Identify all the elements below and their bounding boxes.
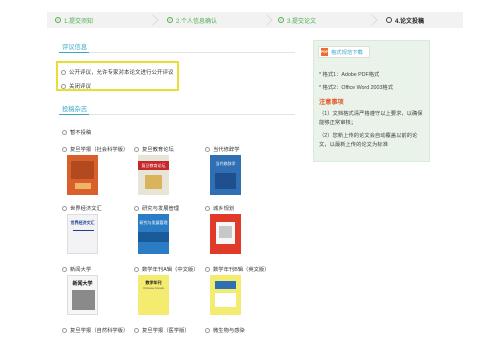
journal-option[interactable]: 复旦学报（自然科学版）: [62, 326, 128, 334]
step-1: 1.提交须知: [55, 12, 93, 28]
journal-label: 微生物与感染: [213, 328, 245, 334]
radio-icon[interactable]: [62, 146, 67, 152]
note-text: 文，以最新上传的论文为标准: [319, 142, 388, 148]
download-label: 格式规范下载: [331, 50, 363, 56]
journal-option[interactable]: 城乡规划: [205, 204, 234, 212]
radio-icon[interactable]: [61, 83, 66, 89]
chevron-right-icon: [261, 14, 273, 26]
step-label: 2.个人信息确认: [176, 18, 218, 25]
cover-title: 世界经济文汇: [70, 220, 95, 225]
journal-label: 暂不投稿: [70, 130, 92, 136]
step-2: 2.个人信息确认: [167, 12, 217, 28]
journals-section-title: 投稿杂志: [62, 106, 88, 113]
journal-option[interactable]: 复旦教育论坛: [134, 145, 174, 153]
radio-icon[interactable]: [205, 327, 210, 333]
journal-label: 当代修辞学: [213, 147, 240, 153]
note-text: 能够正常审核；: [319, 120, 357, 126]
radio-icon[interactable]: [62, 327, 67, 333]
journal-label: 城乡规划: [213, 206, 235, 212]
journal-cover: [67, 155, 98, 195]
journal-cover: 当代修辞学: [210, 155, 241, 195]
review-section-title: 评议信息: [62, 44, 88, 51]
journal-cover: 研究与发展管理: [138, 214, 169, 254]
step-circle-icon: [386, 17, 392, 23]
journal-option[interactable]: 复旦学报（医学版）: [134, 326, 190, 334]
radio-icon[interactable]: [62, 129, 67, 135]
format-download-button[interactable]: PDF 格式规范下载: [318, 46, 370, 58]
journal-label: 复旦学报（自然科学版）: [70, 328, 129, 334]
cover-subtitle: Chinese Annals: [143, 286, 164, 290]
radio-icon[interactable]: [62, 266, 67, 272]
journal-option[interactable]: 复旦学报（社会科学版）: [62, 145, 128, 153]
radio-icon[interactable]: [134, 146, 139, 152]
journal-option[interactable]: 数学年刊B辑（英文版）: [205, 265, 270, 273]
journal-option[interactable]: 新闻大学: [62, 265, 91, 273]
journal-option[interactable]: 世界经济文汇: [62, 204, 102, 212]
journal-option[interactable]: 研究与发展管理: [134, 204, 179, 212]
journal-option[interactable]: 当代修辞学: [205, 145, 240, 153]
format-2-text: * 格式2：Office Word 2003格式: [319, 85, 393, 91]
radio-icon[interactable]: [134, 205, 139, 211]
radio-icon[interactable]: [134, 327, 139, 333]
radio-icon[interactable]: [205, 266, 210, 272]
step-label: 1.提交须知: [64, 18, 94, 25]
option-label: 关闭评议: [69, 84, 92, 90]
progress-steps: 1.提交须知 2.个人信息确认 3.提交论文 4.论文投稿: [47, 12, 463, 28]
step-3: 3.提交论文: [278, 12, 316, 28]
step-4: 4.论文投稿: [386, 12, 424, 28]
cover-title: 新闻大学: [72, 281, 93, 287]
note-text: （1）文档格式清严格遵守以上要求，以确保: [319, 111, 423, 117]
journal-cover: 新闻大学: [67, 275, 98, 315]
pdf-icon: PDF: [321, 48, 328, 56]
journal-cover: 复旦教育论坛: [138, 155, 169, 195]
journal-label: 复旦学报（医学版）: [142, 328, 190, 334]
check-icon: [278, 17, 284, 23]
journal-cover: [210, 275, 241, 315]
cover-title: 研究与发展管理: [139, 220, 168, 225]
radio-icon[interactable]: [62, 205, 67, 211]
divider: [59, 52, 295, 53]
radio-icon[interactable]: [205, 205, 210, 211]
chevron-right-icon: [366, 14, 378, 26]
check-icon: [55, 17, 61, 23]
journal-label: 复旦学报（社会科学版）: [70, 147, 129, 153]
cover-title: 当代修辞学: [215, 161, 236, 166]
format-1-text: * 格式1：Adobe PDF格式: [319, 72, 380, 78]
divider: [59, 114, 295, 115]
step-label: 3.提交论文: [287, 18, 317, 25]
check-icon: [167, 17, 173, 23]
journal-label: 新闻大学: [70, 267, 92, 273]
journal-label: 研究与发展管理: [142, 206, 180, 212]
journal-option[interactable]: 数学年刊A辑（中文版）: [134, 265, 199, 273]
radio-icon[interactable]: [205, 146, 210, 152]
notes-title: 注意事项: [319, 99, 344, 106]
step-label: 4.论文投稿: [395, 18, 425, 25]
note-text: （2）您新上传的论文会自动覆盖以前的论: [319, 133, 418, 139]
journal-option-none[interactable]: 暂不投稿: [62, 128, 91, 136]
review-option-public[interactable]: 公开评议，允许专家对本论文进行公开评议: [61, 68, 174, 76]
option-label: 公开评议，允许专家对本论文进行公开评议: [69, 70, 174, 76]
section-underline: [59, 114, 89, 115]
section-underline: [59, 52, 89, 53]
journal-cover: [210, 214, 241, 254]
cover-title: 复旦教育论坛: [141, 163, 166, 168]
journal-option[interactable]: 微生物与感染: [205, 326, 245, 334]
journal-cover: 世界经济文汇: [67, 214, 98, 254]
radio-icon[interactable]: [134, 266, 139, 272]
radio-icon[interactable]: [61, 69, 66, 75]
journal-label: 数学年刊A辑（中文版）: [142, 267, 199, 273]
journal-cover: 数学年刊 Chinese Annals: [138, 275, 169, 315]
review-option-closed[interactable]: 关闭评议: [61, 82, 91, 90]
chevron-right-icon: [147, 14, 159, 26]
journal-label: 数学年刊B辑（英文版）: [213, 267, 270, 273]
journal-label: 复旦教育论坛: [142, 147, 174, 153]
journal-label: 世界经济文汇: [70, 206, 102, 212]
